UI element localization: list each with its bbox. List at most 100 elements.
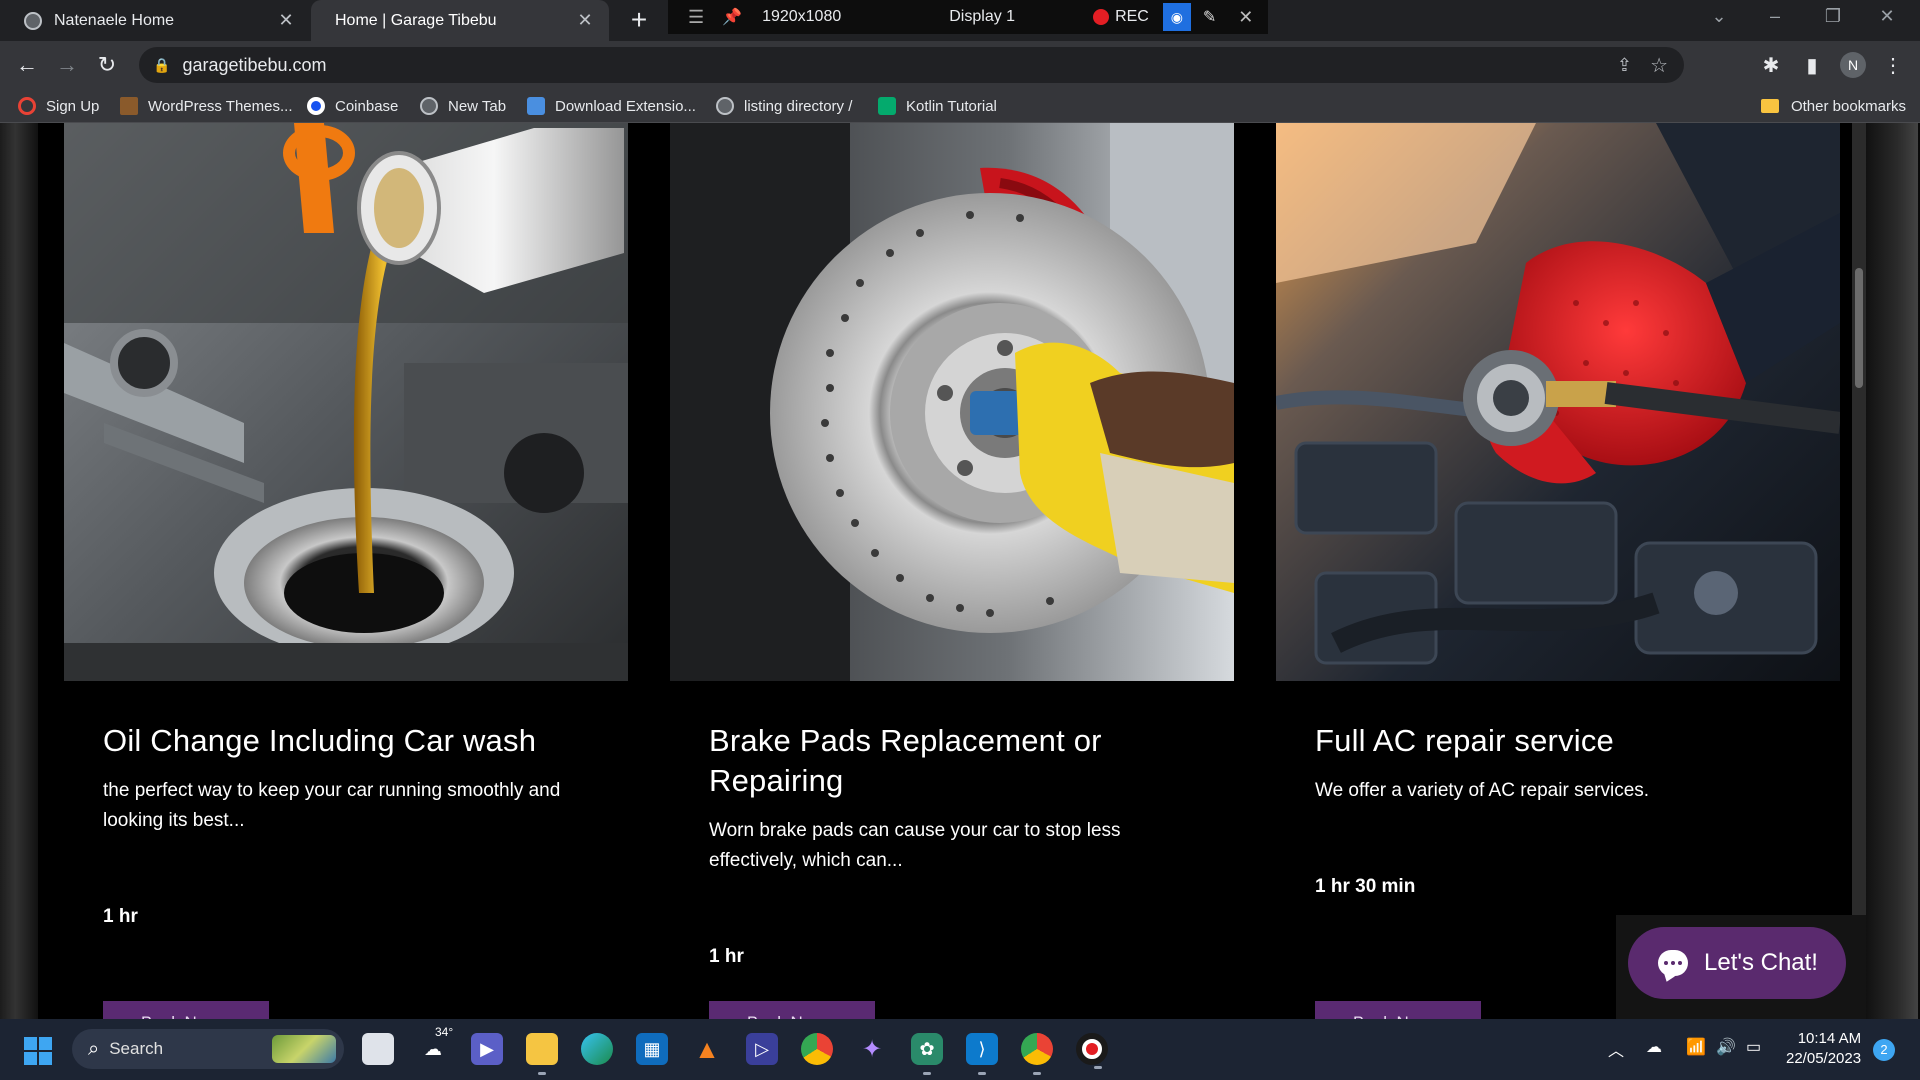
menu-icon[interactable]: ☰	[688, 7, 704, 28]
background-strip-right	[1866, 123, 1918, 1019]
weather-temp: 34°	[433, 1025, 456, 1039]
w3schools-icon	[878, 97, 896, 115]
minimize-icon[interactable]: –	[1760, 6, 1790, 27]
tab-strip: Natenaele Home ✕ Home | Garage Tibebu ✕ …	[0, 0, 1920, 41]
vscode-icon[interactable]: ⟩	[966, 1033, 998, 1075]
bookmark-label: Kotlin Tutorial	[906, 97, 997, 115]
ac-repair-image[interactable]	[1276, 123, 1840, 681]
background-strip-left	[0, 123, 38, 1019]
chatgpt-icon[interactable]: ✿	[911, 1033, 943, 1075]
ring-icon	[18, 97, 36, 115]
other-bookmarks[interactable]: Other bookmarks	[1760, 94, 1906, 118]
bookmark-label: Coinbase	[335, 97, 399, 115]
avatar[interactable]: N	[1840, 52, 1866, 78]
restore-icon[interactable]: ❐	[1818, 6, 1848, 27]
taskbar-clock[interactable]: 10:14 AM 22/05/2023	[1786, 1029, 1861, 1069]
camera-icon[interactable]: ◉	[1162, 3, 1191, 31]
bookmark-download-extension[interactable]: Download Extensio...	[527, 94, 696, 118]
bookmark-label: Download Extensio...	[555, 97, 696, 115]
back-icon[interactable]: ←	[12, 50, 42, 80]
chrome-icon[interactable]	[801, 1033, 833, 1065]
share-icon[interactable]: ⇪	[1617, 55, 1632, 76]
book-now-button[interactable]: Book Now	[709, 1001, 875, 1019]
windows-taskbar: ⌕ Search ☁ 34° ▶ ▦ ▲ ▷ ✦ ✿ ⟩ ︿ ☁ 📶 🔊 ▭ 1…	[0, 1019, 1920, 1080]
brake-pads-image[interactable]	[670, 123, 1234, 681]
onedrive-icon[interactable]: ☁	[1646, 1037, 1662, 1057]
store-icon[interactable]: ▦	[636, 1033, 668, 1065]
wifi-icon[interactable]: 📶	[1686, 1037, 1706, 1057]
volume-icon[interactable]: 🔊	[1716, 1037, 1736, 1057]
star-icon[interactable]: ☆	[1650, 53, 1668, 78]
close-icon[interactable]: ✕	[1238, 7, 1253, 28]
teams-chat-icon[interactable]: ▶	[471, 1033, 503, 1065]
chrome-profile-icon[interactable]	[1021, 1033, 1053, 1075]
screen-recorder-bar: ☰ 📌 1920x1080 Display 1 REC ◉ ✎ ✕	[668, 0, 1268, 34]
file-explorer-icon[interactable]	[526, 1033, 558, 1075]
scrollbar-thumb[interactable]	[1855, 268, 1863, 388]
page-scrollbar[interactable]: ▼	[1852, 123, 1866, 1019]
copilot-sparkle-icon[interactable]: ✦	[856, 1033, 888, 1065]
globe-icon	[24, 11, 42, 30]
windows-start-icon[interactable]	[24, 1037, 52, 1065]
url-text[interactable]: garagetibebu.com	[182, 55, 326, 76]
chevron-up-icon[interactable]: ︿	[1608, 1037, 1624, 1061]
service-description: Worn brake pads can cause your car to st…	[709, 820, 1121, 871]
battery-icon[interactable]: ▭	[1746, 1037, 1761, 1057]
bookmark-new-tab[interactable]: New Tab	[420, 94, 506, 118]
bookmark-label: New Tab	[448, 97, 507, 115]
task-view-icon[interactable]	[362, 1033, 394, 1065]
edge-icon[interactable]	[581, 1033, 613, 1065]
tab-natenaele-home[interactable]: Natenaele Home ✕	[0, 0, 310, 41]
bookmark-kotlin-tutorial[interactable]: Kotlin Tutorial	[878, 94, 997, 118]
taskbar-search[interactable]: ⌕ Search	[72, 1029, 344, 1069]
clock-time: 10:14 AM	[1797, 1030, 1862, 1047]
tab-title: Natenaele Home	[54, 11, 175, 29]
recorder-resolution: 1920x1080	[762, 8, 842, 25]
close-icon[interactable]: ✕	[276, 10, 296, 31]
address-bar[interactable]: 🔒 garagetibebu.com ⇪ ☆	[139, 47, 1684, 83]
vlc-icon[interactable]: ▲	[691, 1033, 723, 1065]
service-card: Full AC repair service We offer a variet…	[1276, 123, 1840, 1019]
media-player-icon[interactable]: ▷	[746, 1033, 778, 1065]
screen-recorder-icon[interactable]	[1076, 1033, 1108, 1069]
clock-date: 22/05/2023	[1786, 1050, 1862, 1067]
notification-badge[interactable]: 2	[1873, 1039, 1895, 1061]
chat-bubble-icon	[1658, 950, 1688, 976]
record-dot-icon	[1093, 9, 1110, 25]
service-duration: 1 hr	[709, 946, 744, 967]
lock-icon[interactable]: 🔒	[153, 57, 170, 74]
side-panel-icon[interactable]: ▮	[1799, 53, 1825, 78]
recorder-display[interactable]: Display 1	[949, 8, 1015, 26]
bookmark-label: listing directory /	[744, 97, 853, 115]
service-title[interactable]: Brake Pads Replacement or Repairing	[709, 721, 1209, 801]
service-description: We offer a variety of AC repair services…	[1315, 780, 1650, 801]
extensions-icon[interactable]: ✱	[1758, 53, 1784, 78]
close-icon[interactable]: ✕	[575, 10, 595, 31]
reload-icon[interactable]: ↻	[92, 50, 122, 80]
service-title[interactable]: Oil Change Including Car wash	[103, 721, 603, 761]
bookmark-listing-directory[interactable]: listing directory /	[716, 94, 852, 118]
globe-icon	[716, 97, 734, 115]
tab-garage-tibebu[interactable]: Home | Garage Tibebu ✕	[311, 0, 609, 41]
pen-icon[interactable]: ✎	[1203, 7, 1216, 27]
recorder-rec-label[interactable]: REC	[1115, 8, 1149, 26]
browser-toolbar: ← → ↻ 🔒 garagetibebu.com ⇪ ☆ ✱ ▮ N ⋮	[0, 41, 1920, 89]
pin-icon[interactable]: 📌	[722, 7, 742, 27]
bookmark-coinbase[interactable]: Coinbase	[307, 94, 398, 118]
weather-icon[interactable]: ☁ 34°	[417, 1025, 456, 1065]
kebab-menu-icon[interactable]: ⋮	[1880, 53, 1906, 78]
service-duration: 1 hr	[103, 906, 138, 927]
new-tab-button[interactable]: +	[624, 6, 654, 36]
bookmark-sign-up[interactable]: Sign Up	[18, 94, 99, 118]
close-window-icon[interactable]: ✕	[1872, 6, 1902, 27]
bookmark-wordpress-themes[interactable]: WordPress Themes...	[120, 94, 293, 118]
service-card: Oil Change Including Car wash the perfec…	[64, 123, 628, 1019]
book-now-button[interactable]: Book Now	[103, 1001, 269, 1019]
service-duration: 1 hr 30 min	[1315, 876, 1416, 897]
lets-chat-button[interactable]: Let's Chat!	[1628, 927, 1846, 999]
chevron-down-icon[interactable]: ⌄	[1704, 6, 1734, 27]
service-title[interactable]: Full AC repair service	[1315, 721, 1815, 761]
oil-change-image[interactable]	[64, 123, 628, 681]
forward-icon[interactable]: →	[52, 50, 82, 80]
book-now-button[interactable]: Book Now	[1315, 1001, 1481, 1019]
